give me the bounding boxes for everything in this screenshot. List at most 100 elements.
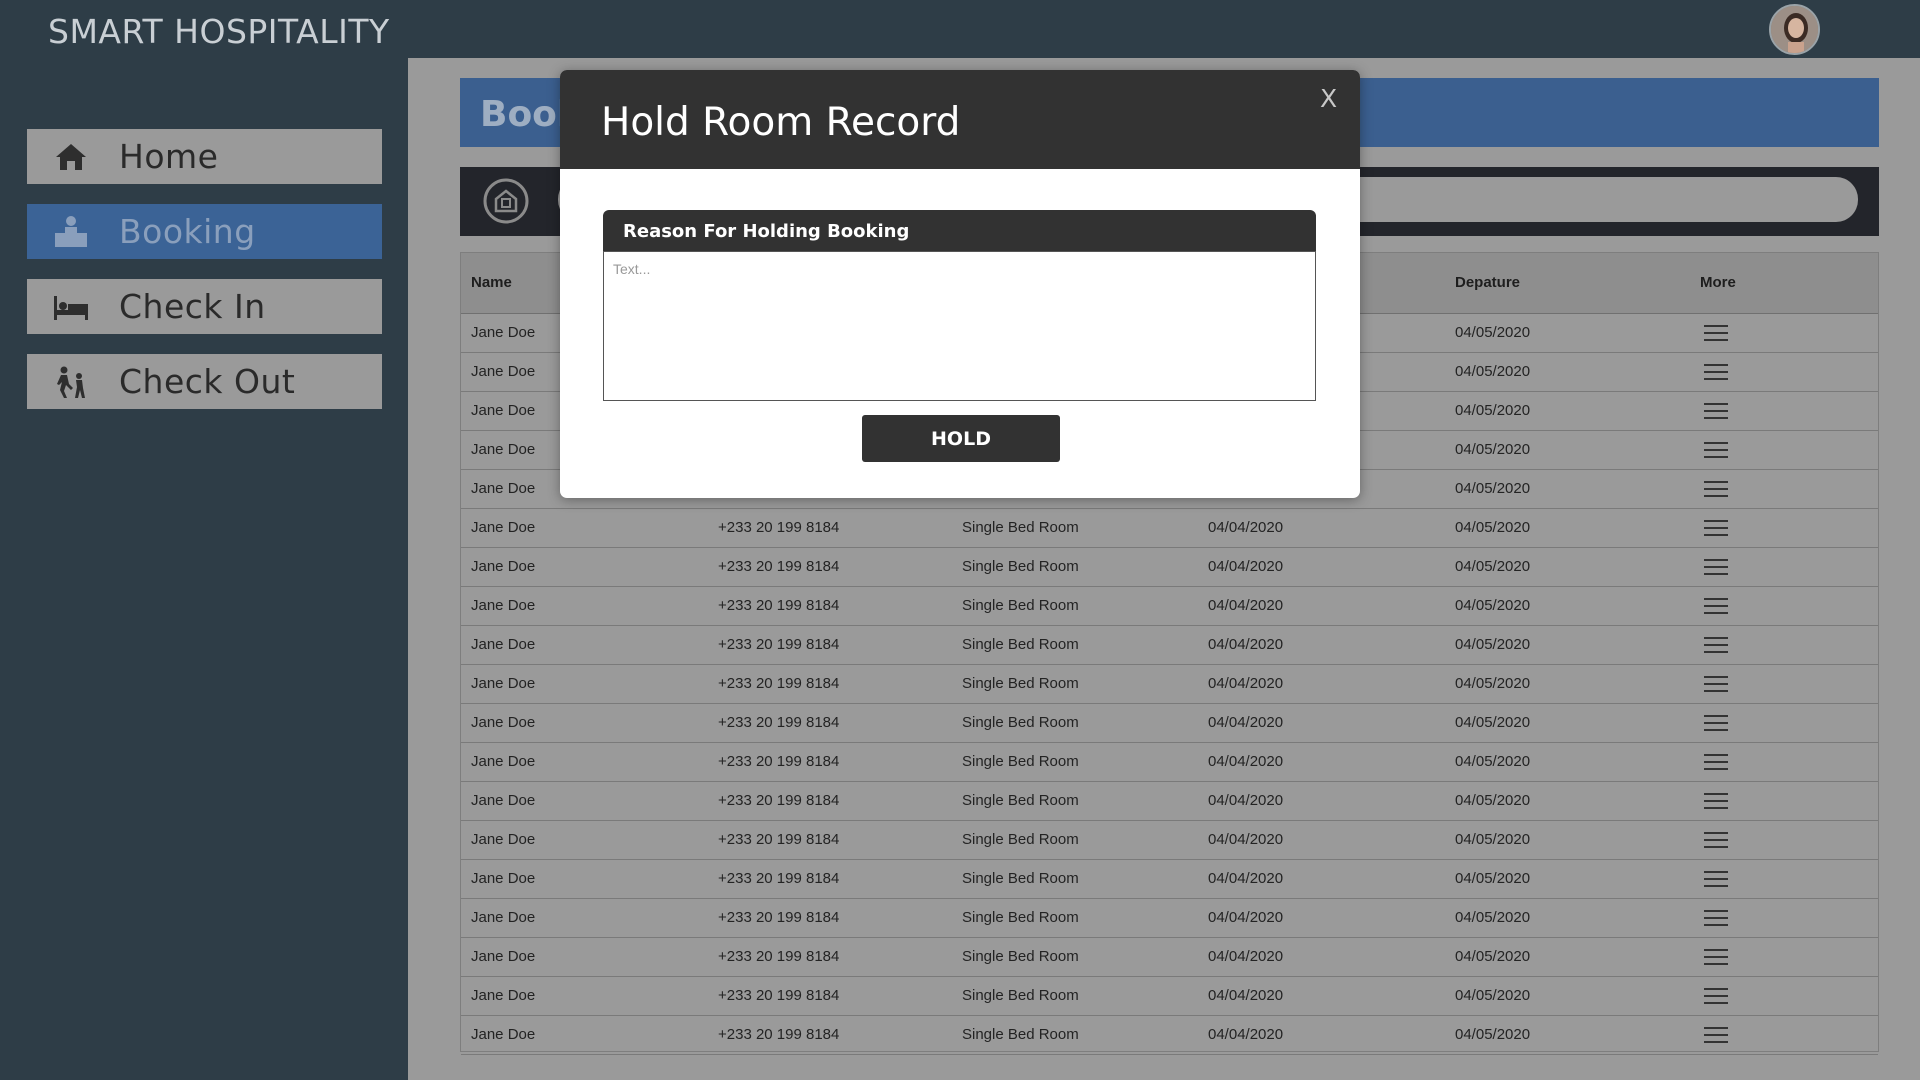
table-cell-more	[1690, 313, 1878, 353]
table-cell: Jane Doe	[461, 976, 708, 1016]
reason-textarea[interactable]	[603, 251, 1316, 401]
table-cell: Single Bed Room	[952, 859, 1198, 899]
table-cell-more	[1690, 703, 1878, 743]
table-cell: Jane Doe	[461, 625, 708, 665]
table-cell: 04/05/2020	[1445, 1015, 1690, 1055]
sidebar-item-check-out[interactable]: Check Out	[27, 354, 382, 409]
table-cell: 04/05/2020	[1445, 664, 1690, 704]
hotel-building-icon[interactable]	[482, 177, 530, 225]
table-cell: +233 20 199 8184	[708, 976, 952, 1016]
table-cell-more	[1690, 742, 1878, 782]
table-cell: 04/04/2020	[1198, 937, 1445, 977]
hamburger-menu-icon[interactable]	[1704, 636, 1728, 655]
hamburger-menu-icon[interactable]	[1704, 324, 1728, 343]
hamburger-menu-icon[interactable]	[1704, 870, 1728, 889]
hamburger-menu-icon[interactable]	[1704, 441, 1728, 460]
hamburger-menu-icon[interactable]	[1704, 753, 1728, 772]
close-button[interactable]: X	[1320, 84, 1337, 113]
hamburger-menu-icon[interactable]	[1704, 831, 1728, 850]
walking-people-icon	[51, 362, 91, 402]
table-cell-more	[1690, 547, 1878, 587]
hamburger-menu-icon[interactable]	[1704, 714, 1728, 733]
sidebar-item-label: Check In	[119, 287, 266, 326]
table-cell: 04/04/2020	[1198, 781, 1445, 821]
sidebar-item-home[interactable]: Home	[27, 129, 382, 184]
table-row[interactable]: Jane Doe +233 20 199 8184 Single Bed Room 0…	[461, 820, 1878, 860]
table-cell-more	[1690, 508, 1878, 548]
table-cell: 04/05/2020	[1445, 469, 1690, 509]
table-cell: 04/04/2020	[1198, 625, 1445, 665]
hamburger-menu-icon[interactable]	[1704, 519, 1728, 538]
hamburger-menu-icon[interactable]	[1704, 948, 1728, 967]
table-cell: Single Bed Room	[952, 508, 1198, 548]
column-header[interactable]: More	[1690, 253, 1878, 314]
hold-button[interactable]: HOLD	[862, 415, 1060, 462]
table-cell: Jane Doe	[461, 742, 708, 782]
table-cell: Single Bed Room	[952, 586, 1198, 626]
table-row[interactable]: Jane Doe +233 20 199 8184 Single Bed Room 0…	[461, 937, 1878, 977]
user-avatar[interactable]	[1769, 4, 1820, 55]
table-row[interactable]: Jane Doe +233 20 199 8184 Single Bed Room 0…	[461, 742, 1878, 782]
table-row[interactable]: Jane Doe +233 20 199 8184 Single Bed Room 0…	[461, 859, 1878, 899]
table-cell: 04/05/2020	[1445, 625, 1690, 665]
table-cell: 04/05/2020	[1445, 352, 1690, 392]
table-cell-more	[1690, 586, 1878, 626]
hamburger-menu-icon[interactable]	[1704, 402, 1728, 421]
table-cell: Jane Doe	[461, 664, 708, 704]
hamburger-menu-icon[interactable]	[1704, 558, 1728, 577]
hamburger-menu-icon[interactable]	[1704, 675, 1728, 694]
table-row[interactable]: Jane Doe +233 20 199 8184 Single Bed Room 0…	[461, 1015, 1878, 1055]
table-cell-more	[1690, 781, 1878, 821]
sidebar-item-label: Check Out	[119, 362, 296, 401]
table-cell: Single Bed Room	[952, 898, 1198, 938]
table-cell: Jane Doe	[461, 937, 708, 977]
table-row[interactable]: Jane Doe +233 20 199 8184 Single Bed Room 0…	[461, 586, 1878, 626]
hamburger-menu-icon[interactable]	[1704, 480, 1728, 499]
table-cell: Single Bed Room	[952, 1015, 1198, 1055]
table-row[interactable]: Jane Doe +233 20 199 8184 Single Bed Room 0…	[461, 508, 1878, 548]
app-brand: SMART HOSPITALITY	[48, 12, 390, 51]
table-cell: Single Bed Room	[952, 664, 1198, 704]
table-row[interactable]: Jane Doe +233 20 199 8184 Single Bed Room 0…	[461, 781, 1878, 821]
table-cell: Single Bed Room	[952, 625, 1198, 665]
table-row[interactable]: Jane Doe +233 20 199 8184 Single Bed Room 0…	[461, 898, 1878, 938]
table-cell: +233 20 199 8184	[708, 937, 952, 977]
table-cell: 04/04/2020	[1198, 742, 1445, 782]
table-cell: +233 20 199 8184	[708, 820, 952, 860]
table-cell: Single Bed Room	[952, 547, 1198, 587]
table-cell: +233 20 199 8184	[708, 547, 952, 587]
hold-room-modal: Hold Room Record X Reason For Holding Bo…	[560, 70, 1360, 498]
home-icon	[51, 137, 91, 177]
table-cell-more	[1690, 859, 1878, 899]
table-cell: 04/05/2020	[1445, 898, 1690, 938]
table-cell: 04/05/2020	[1445, 547, 1690, 587]
table-row[interactable]: Jane Doe +233 20 199 8184 Single Bed Room 0…	[461, 625, 1878, 665]
table-row[interactable]: Jane Doe +233 20 199 8184 Single Bed Room 0…	[461, 703, 1878, 743]
hamburger-menu-icon[interactable]	[1704, 1026, 1728, 1045]
sidebar-item-check-in[interactable]: Check In	[27, 279, 382, 334]
table-cell: 04/05/2020	[1445, 742, 1690, 782]
hamburger-menu-icon[interactable]	[1704, 597, 1728, 616]
sidebar-item-label: Booking	[119, 212, 256, 251]
hamburger-menu-icon[interactable]	[1704, 363, 1728, 382]
table-cell: Jane Doe	[461, 586, 708, 626]
table-cell: 04/04/2020	[1198, 547, 1445, 587]
table-cell: 04/05/2020	[1445, 859, 1690, 899]
column-header[interactable]: Depature	[1445, 253, 1690, 314]
table-row[interactable]: Jane Doe +233 20 199 8184 Single Bed Room 0…	[461, 547, 1878, 587]
table-row[interactable]: Jane Doe +233 20 199 8184 Single Bed Room 0…	[461, 664, 1878, 704]
table-cell-more	[1690, 625, 1878, 665]
table-cell-more	[1690, 430, 1878, 470]
table-cell-more	[1690, 976, 1878, 1016]
hamburger-menu-icon[interactable]	[1704, 792, 1728, 811]
table-cell: Jane Doe	[461, 898, 708, 938]
table-cell: 04/05/2020	[1445, 586, 1690, 626]
modal-header: Hold Room Record X	[560, 70, 1360, 169]
sidebar-item-booking[interactable]: Booking	[27, 204, 382, 259]
table-cell: 04/05/2020	[1445, 508, 1690, 548]
table-cell: +233 20 199 8184	[708, 781, 952, 821]
hamburger-menu-icon[interactable]	[1704, 909, 1728, 928]
table-row[interactable]: Jane Doe +233 20 199 8184 Single Bed Room 0…	[461, 976, 1878, 1016]
hamburger-menu-icon[interactable]	[1704, 987, 1728, 1006]
table-cell: 04/05/2020	[1445, 313, 1690, 353]
